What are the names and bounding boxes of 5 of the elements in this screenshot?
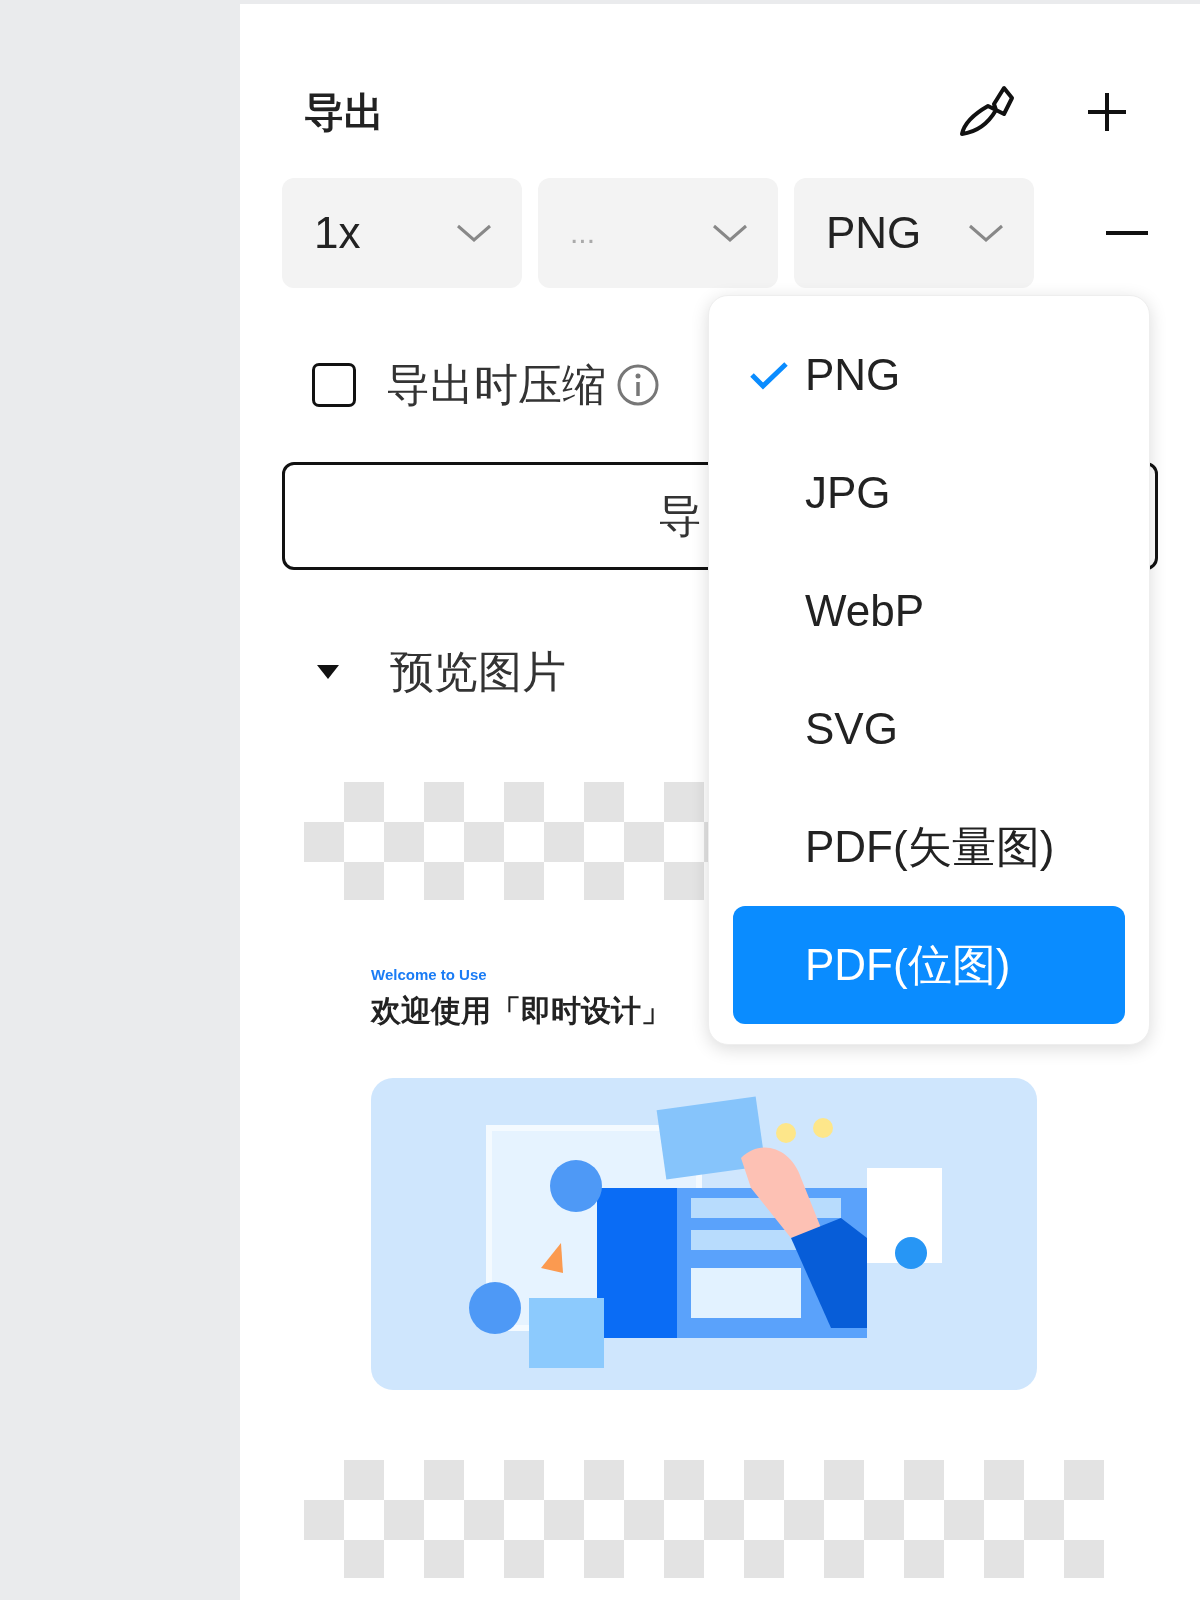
section-title: 预览图片 bbox=[390, 645, 566, 698]
preview-heading: 欢迎使用「即时设计」 bbox=[371, 993, 671, 1029]
preview-subtitle: Welcome to Use bbox=[371, 966, 487, 983]
panel-title: 导出 bbox=[304, 88, 384, 136]
checkbox-label: 导出时压缩 bbox=[386, 358, 606, 411]
